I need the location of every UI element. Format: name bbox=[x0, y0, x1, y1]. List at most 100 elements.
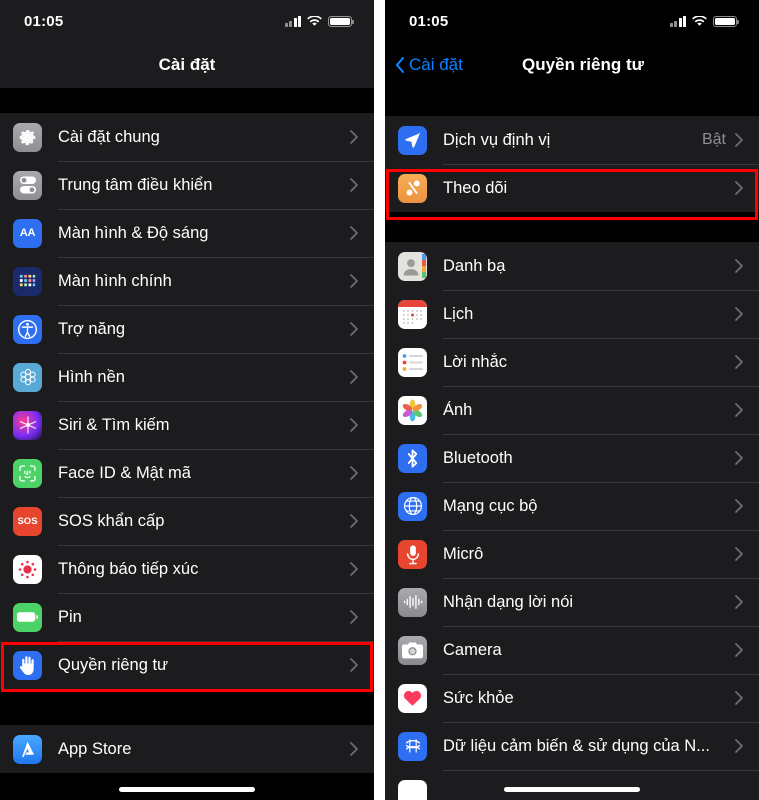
tracking-icon bbox=[398, 173, 427, 203]
list-item-calendar[interactable]: Lịch bbox=[385, 290, 759, 338]
chevron-right-icon bbox=[735, 499, 743, 513]
list-item-contacts[interactable]: Danh bạ bbox=[385, 242, 759, 290]
list-item-speech-recognition[interactable]: Nhận dạng lời nói bbox=[385, 578, 759, 626]
sidebar-item-emergency-sos[interactable]: SOS SOS khẩn cấp bbox=[0, 497, 374, 545]
list-item-label: Lời nhắc bbox=[443, 352, 508, 371]
list-item-microphone[interactable]: Micrô bbox=[385, 530, 759, 578]
sidebar-item-battery[interactable]: Pin bbox=[0, 593, 374, 641]
location-services-icon bbox=[398, 125, 427, 155]
chevron-right-icon bbox=[735, 595, 743, 609]
sidebar-item-label: Màn hình chính bbox=[58, 271, 172, 290]
chevron-right-icon bbox=[350, 226, 358, 240]
section-gap bbox=[0, 88, 374, 113]
cellular-bars-icon bbox=[669, 15, 686, 27]
sidebar-item-general[interactable]: Cài đặt chung bbox=[0, 113, 374, 161]
section-gap bbox=[385, 88, 759, 116]
chevron-right-icon bbox=[350, 178, 358, 192]
list-item-tracking[interactable]: Theo dõi bbox=[385, 164, 759, 212]
microphone-icon bbox=[398, 539, 427, 569]
face-id-icon bbox=[13, 458, 42, 488]
list-item-label: Mạng cục bộ bbox=[443, 496, 538, 515]
status-bar-time: 01:05 bbox=[409, 12, 449, 30]
wifi-icon bbox=[307, 15, 322, 27]
chevron-right-icon bbox=[350, 130, 358, 144]
chevron-right-icon bbox=[350, 610, 358, 624]
display-brightness-icon: AA bbox=[13, 218, 42, 248]
control-center-icon bbox=[13, 170, 42, 200]
list-item-label: Dịch vụ định vị bbox=[443, 130, 551, 149]
sidebar-item-label: Thông báo tiếp xúc bbox=[58, 559, 199, 578]
sidebar-item-home-screen[interactable]: Màn hình chính bbox=[0, 257, 374, 305]
list-item-label: Dữ liệu cảm biến & sử dụng của N... bbox=[443, 736, 710, 755]
list-item-label: Lịch bbox=[443, 304, 474, 323]
list-item-label: Theo dõi bbox=[443, 178, 508, 197]
list-item-label: Sức khỏe bbox=[443, 688, 514, 707]
reminders-icon bbox=[398, 347, 427, 377]
sidebar-item-label: Pin bbox=[58, 607, 82, 626]
list-item-partial[interactable] bbox=[385, 770, 759, 800]
settings-group-2: App Store bbox=[0, 725, 374, 773]
sidebar-item-label: Siri & Tìm kiếm bbox=[58, 415, 170, 434]
list-item-value: Bật bbox=[701, 131, 726, 148]
chevron-right-icon bbox=[735, 181, 743, 195]
battery-settings-icon bbox=[13, 602, 42, 632]
privacy-hand-icon bbox=[13, 650, 42, 680]
list-item-bluetooth[interactable]: Bluetooth bbox=[385, 434, 759, 482]
battery-icon bbox=[713, 15, 740, 27]
status-bar: 01:05 bbox=[385, 0, 759, 42]
chevron-right-icon bbox=[735, 403, 743, 417]
sensor-data-icon bbox=[398, 731, 427, 761]
list-item-photos[interactable]: Ảnh bbox=[385, 386, 759, 434]
sidebar-item-label: App Store bbox=[58, 739, 132, 758]
exposure-notification-icon bbox=[13, 554, 42, 584]
back-button-label: Cài đặt bbox=[409, 55, 463, 74]
cellular-bars-icon bbox=[284, 15, 301, 27]
sidebar-item-label: Hình nền bbox=[58, 367, 125, 386]
sidebar-item-wallpaper[interactable]: Hình nền bbox=[0, 353, 374, 401]
back-button[interactable]: Cài đặt bbox=[385, 55, 463, 75]
app-store-icon bbox=[13, 734, 42, 764]
list-item-label: Camera bbox=[443, 640, 502, 659]
sidebar-item-label: Trợ năng bbox=[58, 319, 126, 338]
nav-bar: Cài đặt bbox=[0, 42, 374, 88]
list-item-reminders[interactable]: Lời nhắc bbox=[385, 338, 759, 386]
list-item-label: Nhận dạng lời nói bbox=[443, 592, 574, 611]
gear-icon bbox=[13, 122, 42, 152]
list-item-sensor-data[interactable]: Dữ liệu cảm biến & sử dụng của N... bbox=[385, 722, 759, 770]
chevron-right-icon bbox=[735, 451, 743, 465]
sidebar-item-siri-search[interactable]: Siri & Tìm kiếm bbox=[0, 401, 374, 449]
partial-app-icon bbox=[398, 779, 427, 800]
accessibility-icon bbox=[13, 314, 42, 344]
sidebar-item-privacy[interactable]: Quyền riêng tư bbox=[0, 641, 374, 689]
status-bar-icons bbox=[284, 15, 355, 27]
dual-screenshot-container: 01:05 Cài đặt Cài đặt chung Trung tâm đi… bbox=[0, 0, 759, 800]
chevron-right-icon bbox=[350, 322, 358, 336]
list-item-location-services[interactable]: Dịch vụ định vị Bật bbox=[385, 116, 759, 164]
sidebar-item-app-store[interactable]: App Store bbox=[0, 725, 374, 773]
sidebar-item-label: SOS khẩn cấp bbox=[58, 511, 165, 530]
sidebar-item-display-brightness[interactable]: AA Màn hình & Độ sáng bbox=[0, 209, 374, 257]
section-gap bbox=[385, 212, 759, 242]
chevron-right-icon bbox=[350, 742, 358, 756]
chevron-right-icon bbox=[350, 658, 358, 672]
list-item-label: Danh bạ bbox=[443, 256, 506, 275]
chevron-right-icon bbox=[735, 133, 743, 147]
sidebar-item-accessibility[interactable]: Trợ năng bbox=[0, 305, 374, 353]
sidebar-item-exposure-notifications[interactable]: Thông báo tiếp xúc bbox=[0, 545, 374, 593]
speech-recognition-icon bbox=[398, 587, 427, 617]
siri-icon bbox=[13, 410, 42, 440]
page-title: Cài đặt bbox=[158, 55, 216, 74]
sidebar-item-label: Face ID & Mật mã bbox=[58, 463, 191, 482]
sidebar-item-face-id[interactable]: Face ID & Mật mã bbox=[0, 449, 374, 497]
right-phone-screen: 01:05 Cài đặt Quyền riêng tư Dịch vụ địn… bbox=[385, 0, 759, 800]
status-bar-time: 01:05 bbox=[24, 12, 64, 30]
list-item-camera[interactable]: Camera bbox=[385, 626, 759, 674]
list-item-health[interactable]: Sức khỏe bbox=[385, 674, 759, 722]
list-item-local-network[interactable]: Mạng cục bộ bbox=[385, 482, 759, 530]
section-gap bbox=[0, 689, 374, 725]
bluetooth-icon bbox=[398, 443, 427, 473]
sidebar-item-control-center[interactable]: Trung tâm điều khiển bbox=[0, 161, 374, 209]
chevron-right-icon bbox=[350, 370, 358, 384]
photos-icon bbox=[398, 395, 427, 425]
chevron-right-icon bbox=[735, 307, 743, 321]
